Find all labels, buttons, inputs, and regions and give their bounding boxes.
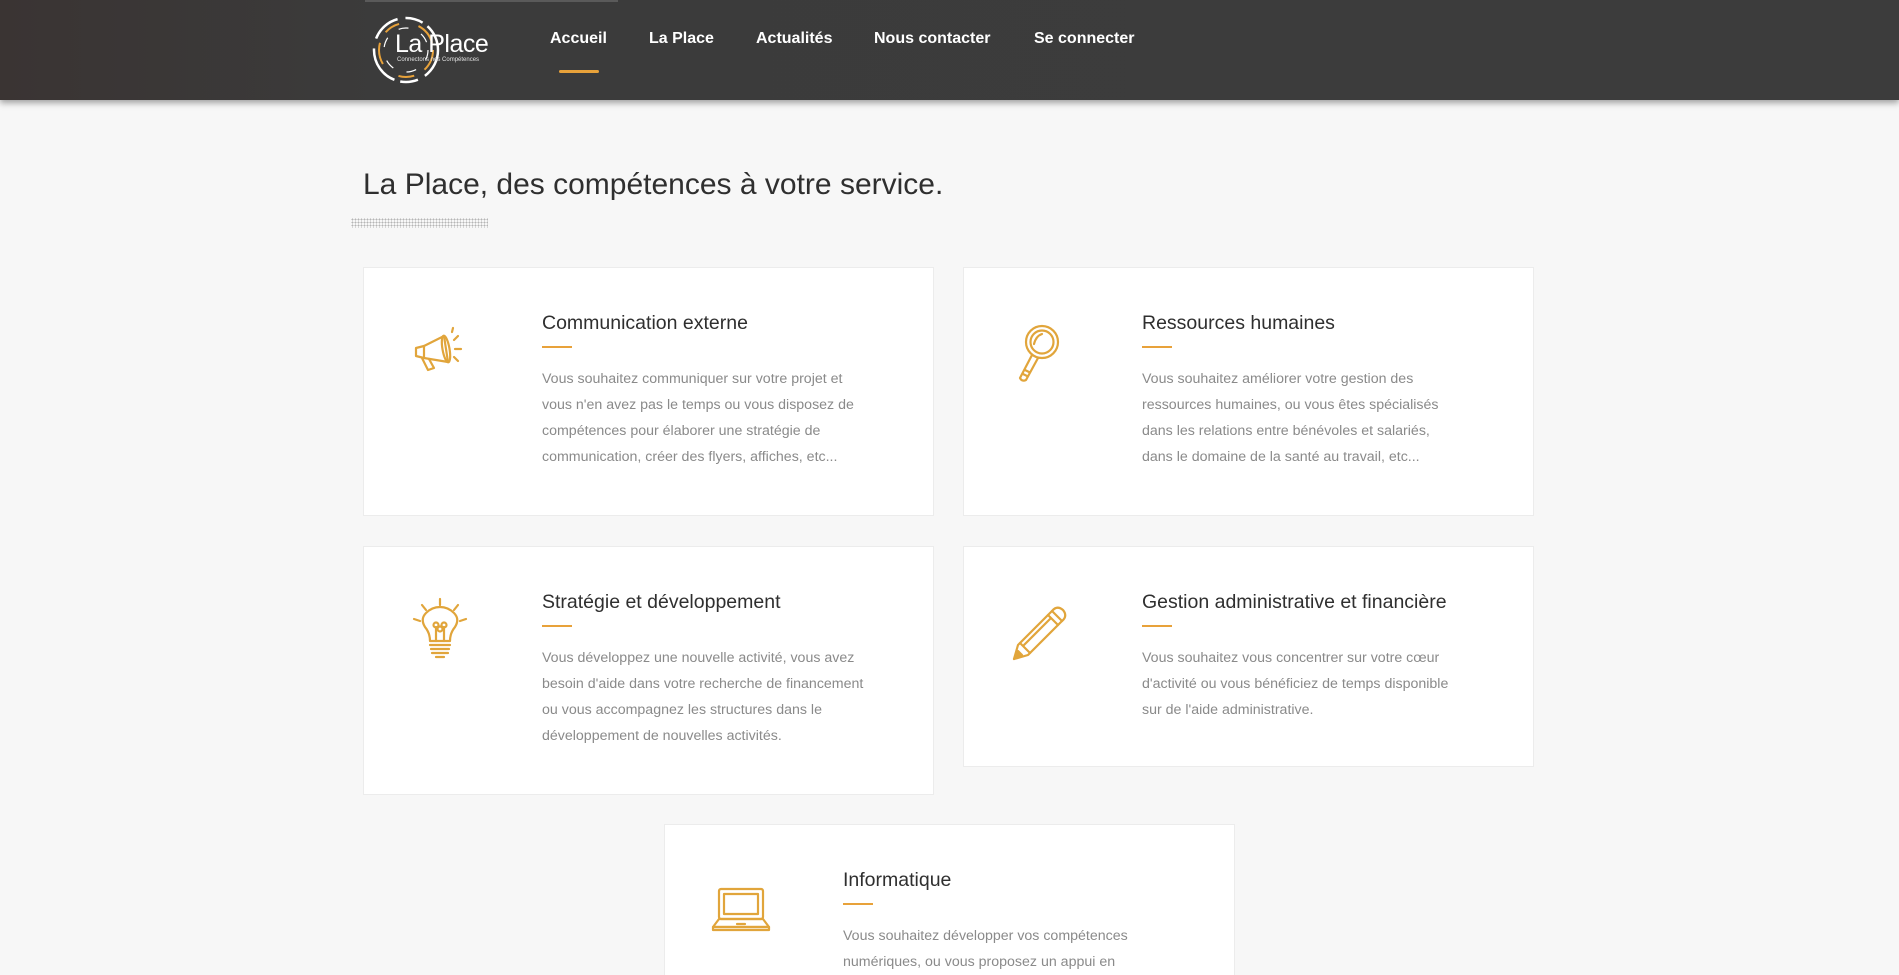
magnifier-icon	[1008, 322, 1072, 386]
service-title: Gestion administrative et financière	[1142, 591, 1447, 613]
megaphone-icon	[408, 322, 472, 386]
nav-active-indicator	[559, 70, 599, 73]
title-accent-rule	[843, 903, 873, 905]
nav-accueil[interactable]: Accueil	[550, 30, 607, 48]
title-accent-rule	[1142, 625, 1172, 627]
description-line: compétences pour élaborer une stratégie …	[542, 423, 821, 439]
service-description: Vous développez une nouvelle activité, v…	[542, 645, 902, 749]
service-title: Ressources humaines	[1142, 312, 1335, 334]
description-line: sur de l'aide administrative.	[1142, 702, 1314, 718]
service-title: Stratégie et développement	[542, 591, 781, 613]
lightbulb-icon	[408, 595, 472, 659]
description-line: Vous souhaitez développer vos compétence…	[843, 928, 1128, 944]
nav-actualites[interactable]: Actualités	[756, 30, 832, 48]
service-card-ressources-humaines[interactable]: Ressources humaines Vous souhaitez améli…	[963, 267, 1534, 516]
nav-la-place[interactable]: La Place	[649, 30, 714, 48]
service-description: Vous souhaitez améliorer votre gestion d…	[1142, 366, 1502, 470]
service-title: Communication externe	[542, 312, 748, 334]
service-card-gestion-administrative[interactable]: Gestion administrative et financière Vou…	[963, 546, 1534, 767]
title-accent-rule	[1142, 346, 1172, 348]
description-line: dans le domaine de la santé au travail, …	[1142, 449, 1420, 465]
description-line: Vous souhaitez communiquer sur votre pro…	[542, 371, 843, 387]
description-line: besoin d'aide dans votre recherche de fi…	[542, 676, 864, 692]
description-line: Vous souhaitez vous concentrer sur votre…	[1142, 650, 1440, 666]
title-accent-rule	[542, 346, 572, 348]
main-nav: Accueil La Place Actualités Nous contact…	[0, 0, 1899, 100]
description-line: ou vous accompagnez les structures dans …	[542, 702, 822, 718]
description-line: dans les relations entre bénévoles et sa…	[1142, 423, 1430, 439]
description-line: numériques, ou vous proposez un appui en	[843, 954, 1116, 970]
service-description: Vous souhaitez vous concentrer sur votre…	[1142, 645, 1502, 723]
description-line: Vous souhaitez améliorer votre gestion d…	[1142, 371, 1414, 387]
service-card-communication[interactable]: Communication externe Vous souhaitez com…	[363, 267, 934, 516]
service-description: Vous souhaitez communiquer sur votre pro…	[542, 366, 902, 470]
service-card-informatique[interactable]: Informatique Vous souhaitez développer v…	[664, 824, 1235, 975]
description-line: ressources humaines, ou vous êtes spécia…	[1142, 397, 1439, 413]
nav-se-connecter[interactable]: Se connecter	[1034, 30, 1134, 48]
pencil-icon	[1008, 601, 1072, 665]
site-header: La Place Connectons nos Compétences Accu…	[0, 0, 1899, 100]
service-card-strategie[interactable]: Stratégie et développement Vous développ…	[363, 546, 934, 795]
page-title: La Place, des compétences à votre servic…	[363, 168, 944, 201]
description-line: vous n'en avez pas le temps ou vous disp…	[542, 397, 854, 413]
nav-nous-contacter[interactable]: Nous contacter	[874, 30, 990, 48]
service-title: Informatique	[843, 869, 952, 891]
service-description: Vous souhaitez développer vos compétence…	[843, 923, 1203, 975]
description-line: développement de nouvelles activités.	[542, 728, 782, 744]
description-line: d'activité ou vous bénéficiez de temps d…	[1142, 676, 1449, 692]
description-line: Vous développez une nouvelle activité, v…	[542, 650, 855, 666]
laptop-icon	[709, 879, 773, 943]
title-dotted-divider	[351, 218, 488, 228]
description-line: communication, créer des flyers, affiche…	[542, 449, 838, 465]
title-accent-rule	[542, 625, 572, 627]
